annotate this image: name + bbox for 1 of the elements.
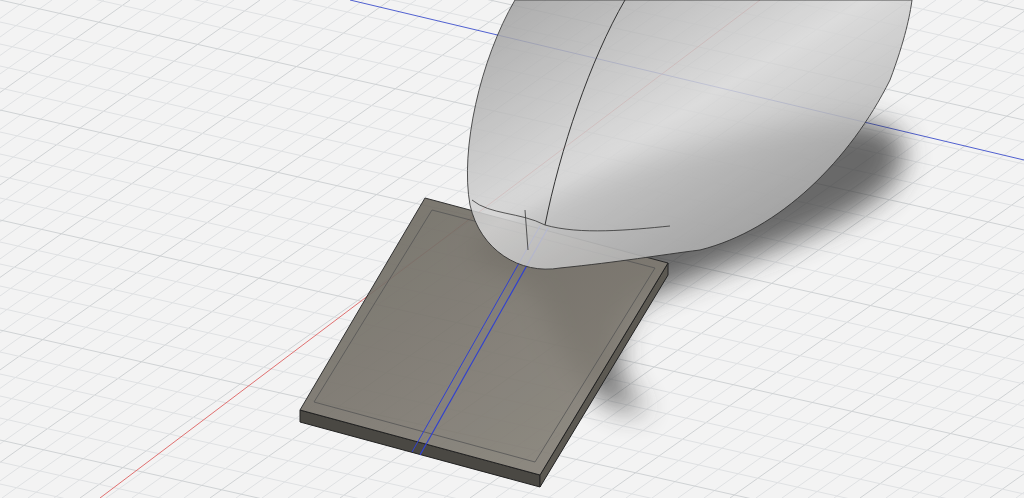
modeling-viewport[interactable]: [0, 0, 1024, 498]
